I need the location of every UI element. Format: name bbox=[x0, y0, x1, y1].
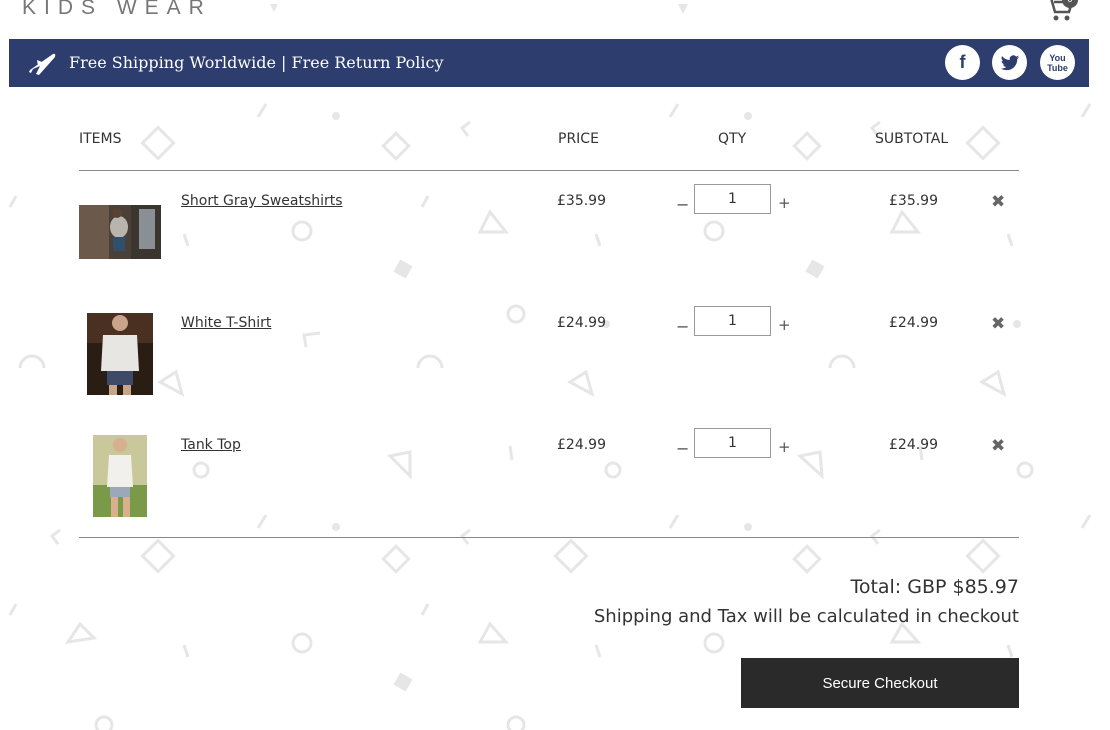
product-price: £24.99 bbox=[557, 315, 606, 331]
cart-row: White T-Shirt £24.99 − + £24.99 ✖ bbox=[0, 306, 1110, 425]
product-name-link[interactable]: Tank Top bbox=[181, 437, 241, 453]
remove-item-icon[interactable]: ✖ bbox=[991, 192, 1005, 212]
header-qty: QTY bbox=[718, 131, 747, 147]
header-items: ITEMS bbox=[79, 131, 122, 147]
secure-checkout-button[interactable]: Secure Checkout bbox=[741, 658, 1019, 708]
qty-decrease-button[interactable]: − bbox=[676, 317, 689, 336]
brand-logo[interactable]: KIDS WEAR bbox=[22, 0, 212, 20]
remove-item-icon[interactable]: ✖ bbox=[991, 314, 1005, 334]
twitter-icon[interactable] bbox=[992, 45, 1027, 80]
shipping-tax-note: Shipping and Tax will be calculated in c… bbox=[593, 606, 1019, 627]
airplane-icon bbox=[29, 53, 56, 75]
product-image-tank-top[interactable] bbox=[93, 435, 147, 517]
twitter-bird-icon bbox=[1000, 55, 1019, 71]
qty-increase-button[interactable]: + bbox=[778, 194, 791, 212]
banner-text: Free Shipping Worldwide | Free Return Po… bbox=[69, 53, 444, 72]
table-bottom-divider bbox=[79, 537, 1019, 538]
cart-row: Short Gray Sweatshirts £35.99 − + £35.99… bbox=[0, 184, 1110, 303]
qty-increase-button[interactable]: + bbox=[778, 316, 791, 334]
header-price: PRICE bbox=[558, 131, 599, 147]
table-top-divider bbox=[79, 170, 1019, 171]
product-price: £35.99 bbox=[557, 193, 606, 209]
row-subtotal: £24.99 bbox=[889, 315, 938, 331]
facebook-icon[interactable]: f bbox=[945, 45, 980, 80]
order-total: Total: GBP $85.97 bbox=[850, 576, 1019, 598]
promo-banner: Free Shipping Worldwide | Free Return Po… bbox=[9, 39, 1089, 87]
row-subtotal: £24.99 bbox=[889, 437, 938, 453]
row-subtotal: £35.99 bbox=[889, 193, 938, 209]
product-name-link[interactable]: White T-Shirt bbox=[181, 315, 271, 331]
youtube-icon[interactable]: You Tube bbox=[1040, 45, 1075, 80]
product-price: £24.99 bbox=[557, 437, 606, 453]
qty-input[interactable] bbox=[694, 184, 771, 214]
qty-decrease-button[interactable]: − bbox=[676, 439, 689, 458]
product-name-link[interactable]: Short Gray Sweatshirts bbox=[181, 193, 343, 209]
remove-item-icon[interactable]: ✖ bbox=[991, 436, 1005, 456]
qty-decrease-button[interactable]: − bbox=[676, 195, 689, 214]
qty-increase-button[interactable]: + bbox=[778, 438, 791, 456]
product-image-white-tshirt[interactable] bbox=[87, 313, 153, 395]
product-image-sweatshirt[interactable] bbox=[79, 205, 161, 259]
header-subtotal: SUBTOTAL bbox=[875, 131, 949, 147]
cart-row: Tank Top £24.99 − + £24.99 ✖ bbox=[0, 428, 1110, 547]
qty-input[interactable] bbox=[694, 428, 771, 458]
qty-input[interactable] bbox=[694, 306, 771, 336]
